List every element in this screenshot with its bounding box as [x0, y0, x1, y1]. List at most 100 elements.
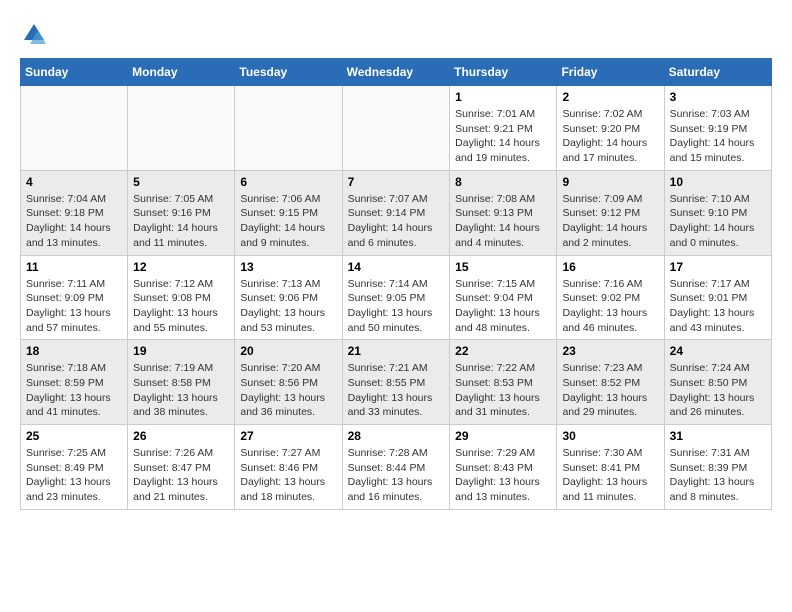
calendar-cell: 4Sunrise: 7:04 AM Sunset: 9:18 PM Daylig… — [21, 170, 128, 255]
day-info: Sunrise: 7:09 AM Sunset: 9:12 PM Dayligh… — [562, 192, 658, 251]
day-number: 2 — [562, 90, 658, 104]
calendar-cell — [128, 86, 235, 171]
day-number: 17 — [670, 260, 766, 274]
day-number: 6 — [240, 175, 336, 189]
weekday-header-friday: Friday — [557, 59, 664, 86]
day-info: Sunrise: 7:17 AM Sunset: 9:01 PM Dayligh… — [670, 277, 766, 336]
week-row-5: 25Sunrise: 7:25 AM Sunset: 8:49 PM Dayli… — [21, 425, 772, 510]
day-number: 15 — [455, 260, 551, 274]
calendar-cell: 5 Sunrise: 7:05 AM Sunset: 9:16 PM Daylig… — [128, 170, 235, 255]
weekday-header-thursday: Thursday — [450, 59, 557, 86]
calendar-cell: 1 Sunrise: 7:01 AM Sunset: 9:21 PM Daylig… — [450, 86, 557, 171]
day-info: Sunrise: 7:19 AM Sunset: 8:58 PM Dayligh… — [133, 361, 229, 420]
day-info: Sunrise: 7:18 AM Sunset: 8:59 PM Dayligh… — [26, 361, 122, 420]
day-number: 9 — [562, 175, 658, 189]
page-header — [20, 20, 772, 48]
day-info: Sunrise: 7:06 AM Sunset: 9:15 PM Dayligh… — [240, 192, 336, 251]
calendar-cell: 20 Sunrise: 7:20 AM Sunset: 8:56 PM Dayli… — [235, 340, 342, 425]
calendar-cell: 8 Sunrise: 7:08 AM Sunset: 9:13 PM Daylig… — [450, 170, 557, 255]
calendar-cell: 25Sunrise: 7:25 AM Sunset: 8:49 PM Dayli… — [21, 425, 128, 510]
logo — [20, 20, 52, 48]
calendar-cell — [235, 86, 342, 171]
calendar-cell: 15 Sunrise: 7:15 AM Sunset: 9:04 PM Dayli… — [450, 255, 557, 340]
day-number: 23 — [562, 344, 658, 358]
calendar-cell: 28Sunrise: 7:28 AM Sunset: 8:44 PM Dayli… — [342, 425, 450, 510]
weekday-header-monday: Monday — [128, 59, 235, 86]
calendar-cell: 21Sunrise: 7:21 AM Sunset: 8:55 PM Dayli… — [342, 340, 450, 425]
day-info: Sunrise: 7:20 AM Sunset: 8:56 PM Dayligh… — [240, 361, 336, 420]
day-info: Sunrise: 7:08 AM Sunset: 9:13 PM Dayligh… — [455, 192, 551, 251]
week-row-3: 11 Sunrise: 7:11 AM Sunset: 9:09 PM Dayli… — [21, 255, 772, 340]
calendar-cell: 27 Sunrise: 7:27 AM Sunset: 8:46 PM Dayli… — [235, 425, 342, 510]
calendar-cell: 14 Sunrise: 7:14 AM Sunset: 9:05 PM Dayli… — [342, 255, 450, 340]
week-row-1: 1 Sunrise: 7:01 AM Sunset: 9:21 PM Daylig… — [21, 86, 772, 171]
day-number: 22 — [455, 344, 551, 358]
weekday-header-sunday: Sunday — [21, 59, 128, 86]
day-number: 3 — [670, 90, 766, 104]
day-number: 10 — [670, 175, 766, 189]
day-info: Sunrise: 7:26 AM Sunset: 8:47 PM Dayligh… — [133, 446, 229, 505]
day-number: 20 — [240, 344, 336, 358]
week-row-2: 4Sunrise: 7:04 AM Sunset: 9:18 PM Daylig… — [21, 170, 772, 255]
day-info: Sunrise: 7:12 AM Sunset: 9:08 PM Dayligh… — [133, 277, 229, 336]
day-info: Sunrise: 7:27 AM Sunset: 8:46 PM Dayligh… — [240, 446, 336, 505]
day-info: Sunrise: 7:16 AM Sunset: 9:02 PM Dayligh… — [562, 277, 658, 336]
day-number: 19 — [133, 344, 229, 358]
calendar-cell: 2 Sunrise: 7:02 AM Sunset: 9:20 PM Daylig… — [557, 86, 664, 171]
day-info: Sunrise: 7:24 AM Sunset: 8:50 PM Dayligh… — [670, 361, 766, 420]
calendar-cell: 6 Sunrise: 7:06 AM Sunset: 9:15 PM Daylig… — [235, 170, 342, 255]
day-number: 18 — [26, 344, 122, 358]
day-number: 28 — [348, 429, 445, 443]
day-info: Sunrise: 7:29 AM Sunset: 8:43 PM Dayligh… — [455, 446, 551, 505]
day-number: 11 — [26, 260, 122, 274]
calendar-cell: 18 Sunrise: 7:18 AM Sunset: 8:59 PM Dayli… — [21, 340, 128, 425]
day-number: 26 — [133, 429, 229, 443]
week-row-4: 18 Sunrise: 7:18 AM Sunset: 8:59 PM Dayli… — [21, 340, 772, 425]
day-info: Sunrise: 7:25 AM Sunset: 8:49 PM Dayligh… — [26, 446, 122, 505]
day-info: Sunrise: 7:05 AM Sunset: 9:16 PM Dayligh… — [133, 192, 229, 251]
calendar-cell: 3Sunrise: 7:03 AM Sunset: 9:19 PM Daylig… — [664, 86, 771, 171]
day-info: Sunrise: 7:15 AM Sunset: 9:04 PM Dayligh… — [455, 277, 551, 336]
day-number: 14 — [348, 260, 445, 274]
calendar-cell: 22 Sunrise: 7:22 AM Sunset: 8:53 PM Dayli… — [450, 340, 557, 425]
calendar-table: SundayMondayTuesdayWednesdayThursdayFrid… — [20, 58, 772, 510]
calendar-cell: 13 Sunrise: 7:13 AM Sunset: 9:06 PM Dayli… — [235, 255, 342, 340]
day-number: 13 — [240, 260, 336, 274]
day-info: Sunrise: 7:14 AM Sunset: 9:05 PM Dayligh… — [348, 277, 445, 336]
calendar-cell: 9 Sunrise: 7:09 AM Sunset: 9:12 PM Daylig… — [557, 170, 664, 255]
weekday-header-tuesday: Tuesday — [235, 59, 342, 86]
day-number: 12 — [133, 260, 229, 274]
day-number: 7 — [348, 175, 445, 189]
calendar-cell: 10 Sunrise: 7:10 AM Sunset: 9:10 PM Dayli… — [664, 170, 771, 255]
day-number: 27 — [240, 429, 336, 443]
calendar-cell: 30 Sunrise: 7:30 AM Sunset: 8:41 PM Dayli… — [557, 425, 664, 510]
day-info: Sunrise: 7:04 AM Sunset: 9:18 PM Dayligh… — [26, 192, 122, 251]
day-number: 31 — [670, 429, 766, 443]
day-number: 21 — [348, 344, 445, 358]
day-info: Sunrise: 7:01 AM Sunset: 9:21 PM Dayligh… — [455, 107, 551, 166]
logo-icon — [20, 20, 48, 48]
calendar-cell: 12 Sunrise: 7:12 AM Sunset: 9:08 PM Dayli… — [128, 255, 235, 340]
calendar-cell: 16Sunrise: 7:16 AM Sunset: 9:02 PM Dayli… — [557, 255, 664, 340]
day-info: Sunrise: 7:07 AM Sunset: 9:14 PM Dayligh… — [348, 192, 445, 251]
day-info: Sunrise: 7:30 AM Sunset: 8:41 PM Dayligh… — [562, 446, 658, 505]
calendar-cell: 26 Sunrise: 7:26 AM Sunset: 8:47 PM Dayli… — [128, 425, 235, 510]
day-number: 30 — [562, 429, 658, 443]
day-number: 8 — [455, 175, 551, 189]
day-info: Sunrise: 7:13 AM Sunset: 9:06 PM Dayligh… — [240, 277, 336, 336]
weekday-header-saturday: Saturday — [664, 59, 771, 86]
calendar-cell: 23Sunrise: 7:23 AM Sunset: 8:52 PM Dayli… — [557, 340, 664, 425]
calendar-cell: 24 Sunrise: 7:24 AM Sunset: 8:50 PM Dayli… — [664, 340, 771, 425]
calendar-cell: 11 Sunrise: 7:11 AM Sunset: 9:09 PM Dayli… — [21, 255, 128, 340]
calendar-cell: 19 Sunrise: 7:19 AM Sunset: 8:58 PM Dayli… — [128, 340, 235, 425]
weekday-header-wednesday: Wednesday — [342, 59, 450, 86]
day-number: 24 — [670, 344, 766, 358]
day-info: Sunrise: 7:02 AM Sunset: 9:20 PM Dayligh… — [562, 107, 658, 166]
day-info: Sunrise: 7:11 AM Sunset: 9:09 PM Dayligh… — [26, 277, 122, 336]
day-number: 1 — [455, 90, 551, 104]
calendar-cell: 31Sunrise: 7:31 AM Sunset: 8:39 PM Dayli… — [664, 425, 771, 510]
day-info: Sunrise: 7:22 AM Sunset: 8:53 PM Dayligh… — [455, 361, 551, 420]
day-info: Sunrise: 7:10 AM Sunset: 9:10 PM Dayligh… — [670, 192, 766, 251]
day-number: 5 — [133, 175, 229, 189]
calendar-cell — [21, 86, 128, 171]
